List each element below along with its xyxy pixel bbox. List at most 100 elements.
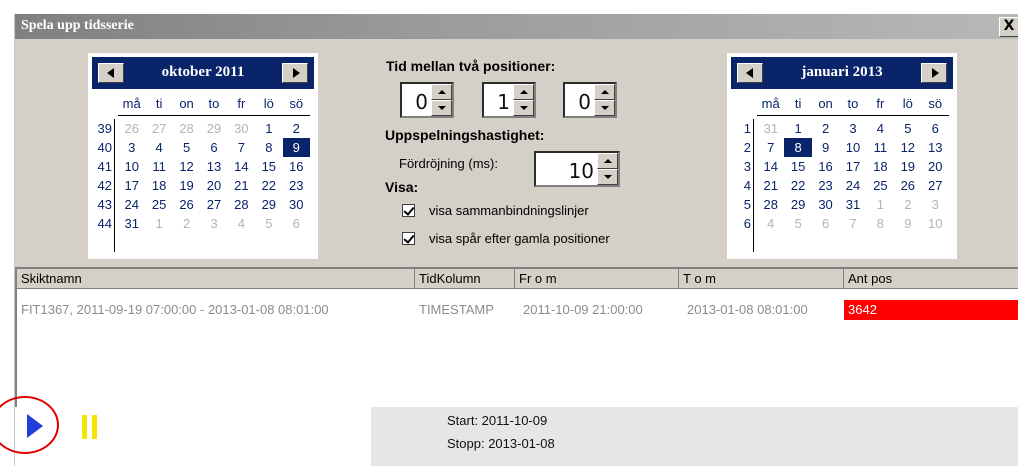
calendar-day[interactable]: 10: [922, 214, 949, 233]
calendar-day[interactable]: 21: [757, 176, 784, 195]
calendar-day[interactable]: 2: [173, 214, 200, 233]
calendar-day[interactable]: 8: [255, 138, 282, 157]
week-number[interactable]: 42: [90, 176, 112, 195]
calendar-day[interactable]: 23: [283, 176, 310, 195]
calendar-day[interactable]: 19: [173, 176, 200, 195]
show-tracks-checkbox[interactable]: [402, 232, 415, 245]
calendar-day[interactable]: 25: [145, 195, 172, 214]
calendar-day[interactable]: 6: [200, 138, 227, 157]
calendar-day[interactable]: 6: [922, 119, 949, 138]
calendar-day[interactable]: 10: [118, 157, 145, 176]
week-number[interactable]: 44: [90, 214, 112, 233]
calendar-day[interactable]: 3: [118, 138, 145, 157]
calendar-day[interactable]: 5: [255, 214, 282, 233]
calendar-day[interactable]: 3: [922, 195, 949, 214]
calendar-day[interactable]: 26: [173, 195, 200, 214]
calendar-day[interactable]: 29: [200, 119, 227, 138]
week-number[interactable]: 4: [729, 176, 751, 195]
calendar-day[interactable]: 19: [894, 157, 921, 176]
calendar-day[interactable]: 8: [784, 138, 812, 157]
calendar-day[interactable]: 16: [812, 157, 839, 176]
spinner-value[interactable]: 10: [540, 159, 594, 183]
calendar-day[interactable]: 1: [784, 119, 811, 138]
calendar-day[interactable]: 22: [784, 176, 811, 195]
seconds-spinner[interactable]: 0: [563, 82, 617, 118]
calendar-day[interactable]: 30: [812, 195, 839, 214]
calendar-day[interactable]: 7: [757, 138, 784, 157]
week-number[interactable]: 43: [90, 195, 112, 214]
spin-down-button[interactable]: [597, 169, 618, 185]
calendar-day[interactable]: 6: [283, 214, 310, 233]
calendar-day[interactable]: 14: [757, 157, 784, 176]
calendar-day[interactable]: 4: [228, 214, 255, 233]
week-number[interactable]: 6: [729, 214, 751, 233]
calendar-day[interactable]: 21: [228, 176, 255, 195]
delay-spinner[interactable]: 10: [534, 151, 620, 187]
calendar-day[interactable]: 27: [922, 176, 949, 195]
calendar-day[interactable]: 1: [867, 195, 894, 214]
calendar-day[interactable]: 28: [173, 119, 200, 138]
calendar-day[interactable]: 31: [118, 214, 145, 233]
calendar-day[interactable]: 9: [282, 138, 310, 157]
show-tracks-label[interactable]: visa spår efter gamla positioner: [429, 231, 610, 246]
column-header-time-column[interactable]: TidKolumn: [415, 269, 515, 289]
calendar-day[interactable]: 14: [228, 157, 255, 176]
column-header-layer-name[interactable]: Skiktnamn: [17, 269, 415, 289]
calendar-day[interactable]: 12: [894, 138, 921, 157]
calendar-day[interactable]: 2: [812, 119, 839, 138]
week-number[interactable]: 40: [90, 138, 112, 157]
show-lines-checkbox[interactable]: [402, 204, 415, 217]
calendar-day[interactable]: 31: [757, 119, 784, 138]
day-grid[interactable]: 26 27 28 29 30 1 2 3 4 5 6 7 8 9 10 11 12 13 14 15 16 17 18 19 2…: [118, 119, 310, 233]
layer-list[interactable]: Skiktnamn TidKolumn Fr o m T o m Ant pos…: [15, 267, 1018, 407]
column-header-count[interactable]: Ant pos: [844, 269, 1018, 289]
calendar-day[interactable]: 26: [894, 176, 921, 195]
calendar-day[interactable]: 9: [894, 214, 921, 233]
calendar-day[interactable]: 10: [839, 138, 866, 157]
week-number[interactable]: 1: [729, 119, 751, 138]
week-number[interactable]: 3: [729, 157, 751, 176]
spinner-value[interactable]: 0: [569, 90, 591, 114]
calendar-day[interactable]: 17: [118, 176, 145, 195]
minutes-spinner[interactable]: 1: [482, 82, 536, 118]
calendar-day[interactable]: 13: [200, 157, 227, 176]
spin-up-button[interactable]: [431, 84, 452, 100]
calendar-month-title[interactable]: oktober 2011: [128, 64, 278, 81]
play-icon[interactable]: [27, 414, 43, 438]
week-number[interactable]: 39: [90, 119, 112, 138]
calendar-day[interactable]: 1: [145, 214, 172, 233]
calendar-day[interactable]: 7: [228, 138, 255, 157]
calendar-day[interactable]: 20: [922, 157, 949, 176]
week-number[interactable]: 5: [729, 195, 751, 214]
calendar-day[interactable]: 31: [839, 195, 866, 214]
calendar-day[interactable]: 30: [283, 195, 310, 214]
calendar-day[interactable]: 15: [784, 157, 811, 176]
calendar-day[interactable]: 27: [200, 195, 227, 214]
close-button[interactable]: X: [999, 17, 1018, 37]
calendar-day[interactable]: 28: [757, 195, 784, 214]
calendar-day[interactable]: 12: [173, 157, 200, 176]
calendar-day[interactable]: 5: [173, 138, 200, 157]
calendar-day[interactable]: 5: [784, 214, 811, 233]
calendar-day[interactable]: 1: [255, 119, 282, 138]
next-month-button[interactable]: [282, 63, 308, 83]
calendar-day[interactable]: 4: [145, 138, 172, 157]
calendar-day[interactable]: 8: [867, 214, 894, 233]
spin-down-button[interactable]: [431, 100, 452, 116]
calendar-day[interactable]: 20: [200, 176, 227, 195]
calendar-day[interactable]: 4: [757, 214, 784, 233]
calendar-day[interactable]: 15: [255, 157, 282, 176]
calendar-day[interactable]: 9: [812, 138, 839, 157]
calendar-day[interactable]: 24: [118, 195, 145, 214]
calendar-day[interactable]: 6: [812, 214, 839, 233]
calendar-day[interactable]: 7: [839, 214, 866, 233]
calendar-day[interactable]: 24: [839, 176, 866, 195]
calendar-day[interactable]: 29: [255, 195, 282, 214]
calendar-day[interactable]: 4: [867, 119, 894, 138]
calendar-day[interactable]: 25: [867, 176, 894, 195]
calendar-day[interactable]: 2: [894, 195, 921, 214]
calendar-day[interactable]: 11: [145, 157, 172, 176]
calendar-day[interactable]: 26: [118, 119, 145, 138]
spin-up-button[interactable]: [597, 153, 618, 169]
end-date-calendar[interactable]: januari 2013 må ti on to fr lö sö 123456 31 1 2 3…: [727, 53, 957, 259]
